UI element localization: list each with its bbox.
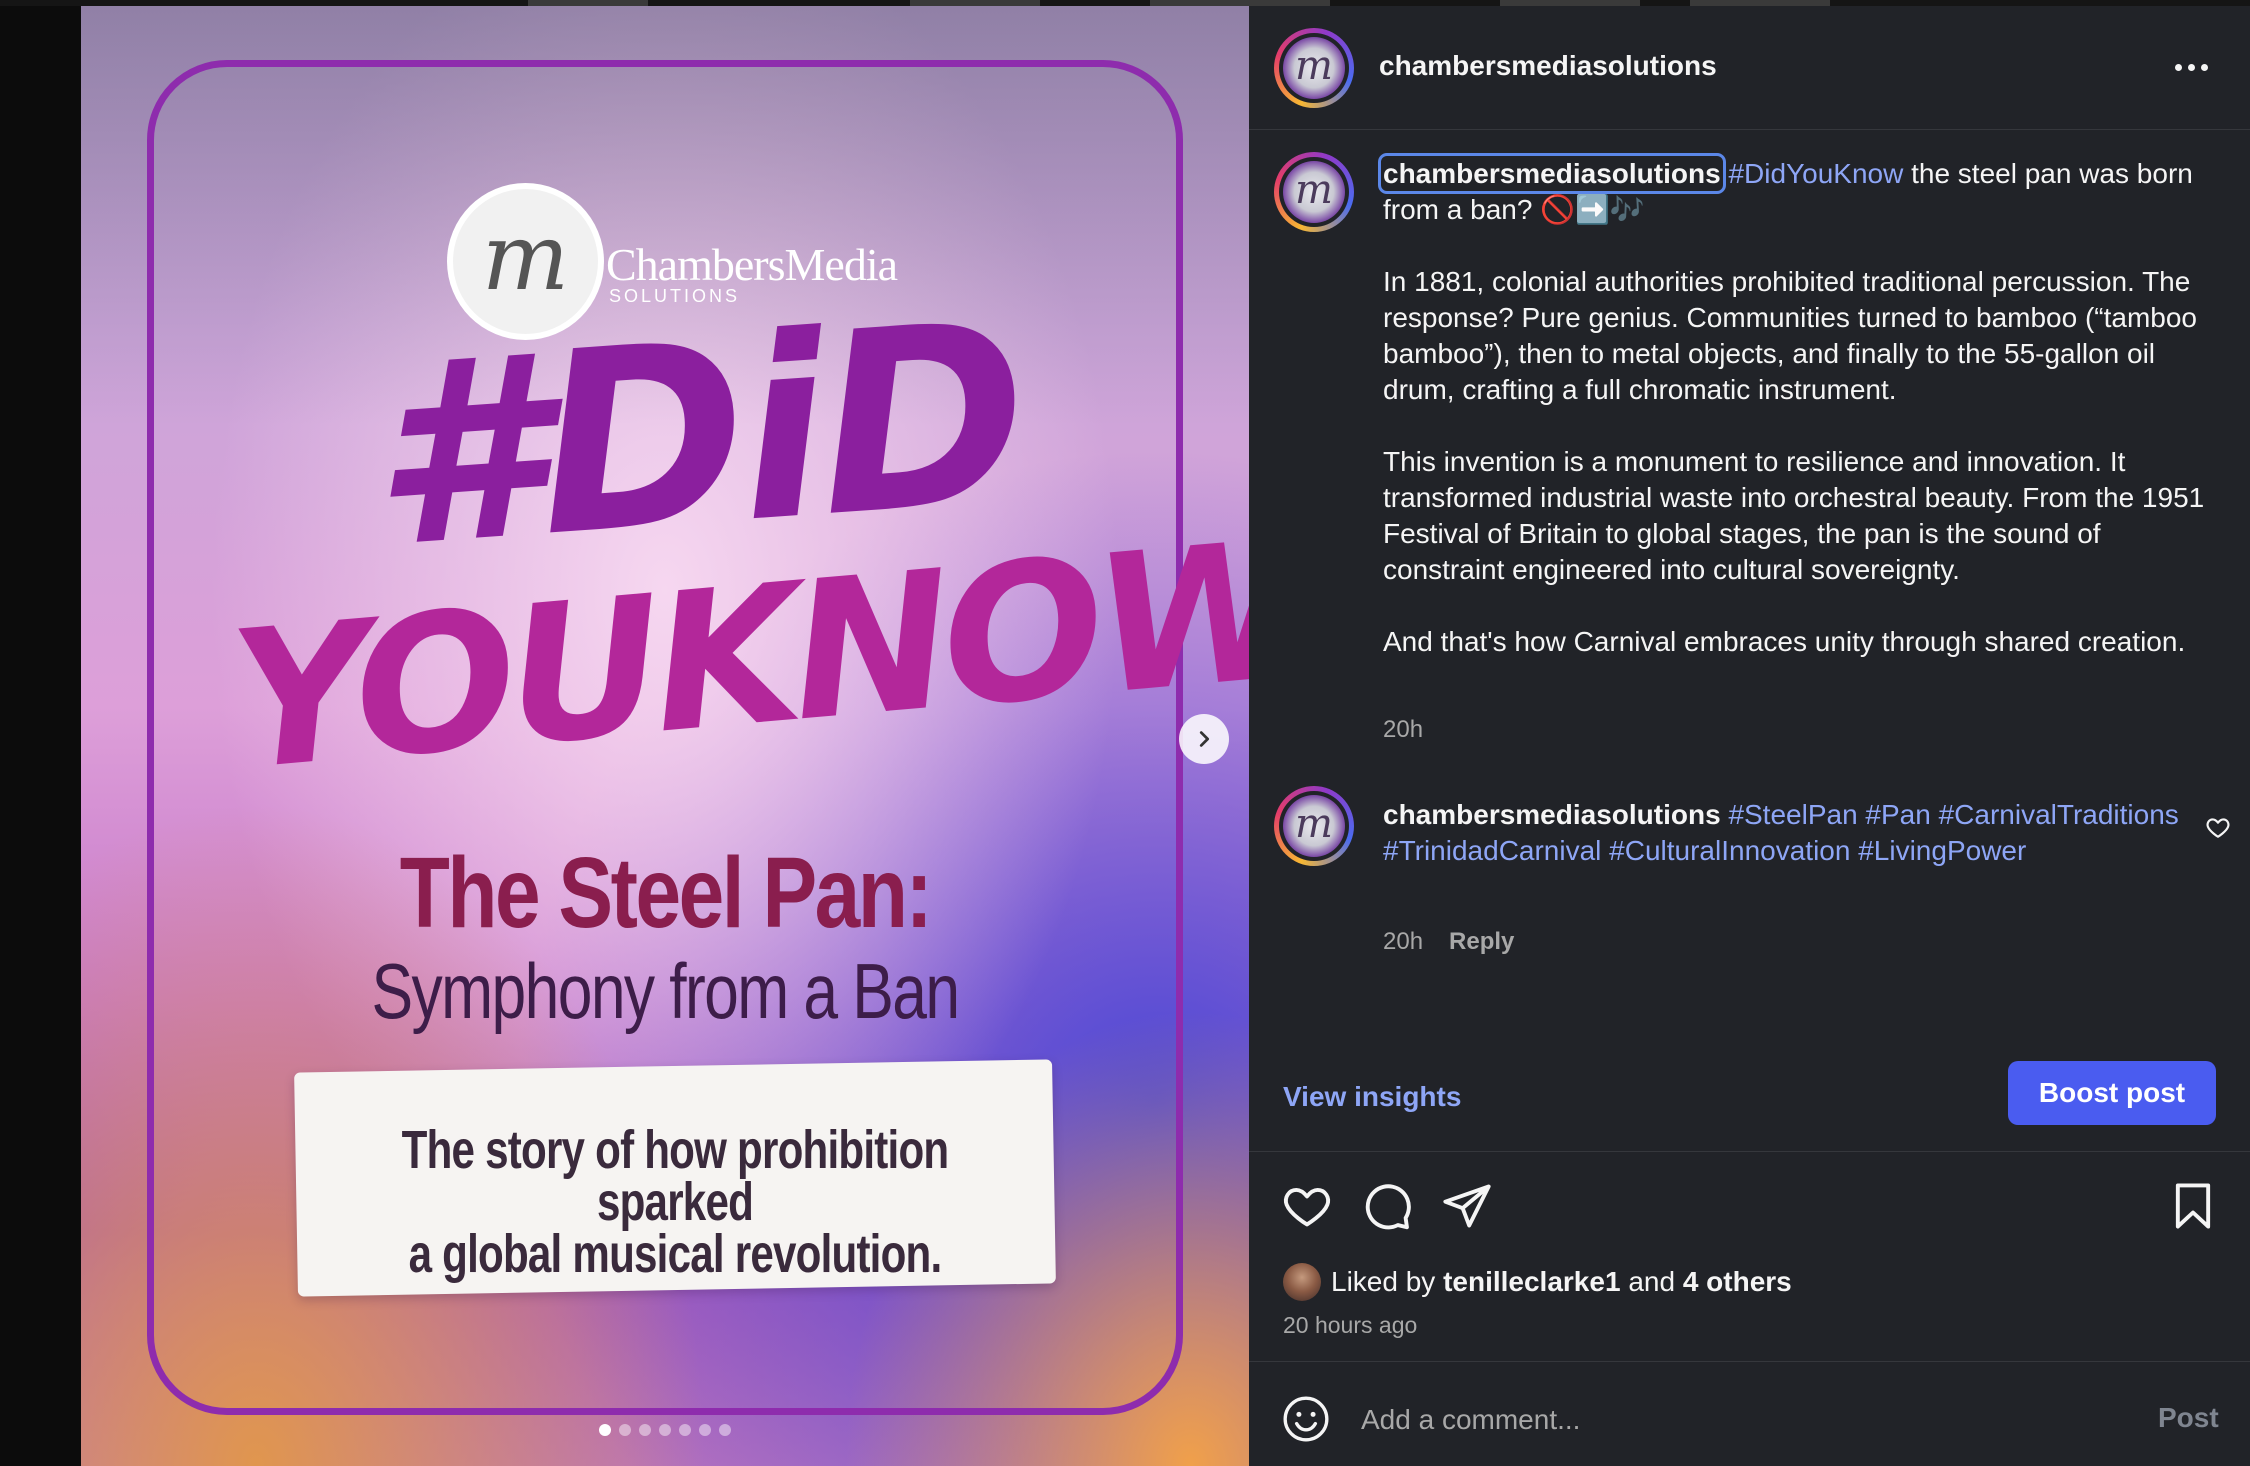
liked-by-username[interactable]: tenilleclarke1: [1443, 1266, 1620, 1298]
carousel-dot: [659, 1424, 671, 1436]
view-insights-link[interactable]: View insights: [1283, 1081, 1461, 1113]
paper-plane-icon: [1443, 1184, 1491, 1228]
post-media[interactable]: m ChambersMedia SOLUTIONS #DiD YOUKNOW T…: [81, 6, 1249, 1466]
liker-avatar[interactable]: [1283, 1263, 1321, 1301]
comment-like-icon[interactable]: [2205, 814, 2231, 840]
comment-box-divider: [1249, 1361, 2250, 1362]
boost-post-button[interactable]: Boost post: [2008, 1061, 2216, 1125]
caption-paragraph-3: This invention is a monument to resilien…: [1383, 446, 2205, 585]
liked-by-and: and: [1628, 1266, 1676, 1297]
carousel-dot: [619, 1424, 631, 1436]
comment-username[interactable]: chambersmediasolutions: [1383, 799, 1721, 830]
save-button[interactable]: [2167, 1180, 2219, 1232]
caption-paragraph-2: In 1881, colonial authorities prohibited…: [1383, 266, 2197, 405]
carousel-dot: [719, 1424, 731, 1436]
comment-item: chambersmediasolutions #SteelPan #Pan #C…: [1383, 797, 2183, 869]
comment-meta: 20h Reply: [1383, 928, 1514, 956]
carousel-indicator: [81, 1424, 1249, 1436]
header-username[interactable]: chambersmediasolutions: [1379, 50, 1717, 82]
comment-button[interactable]: [1361, 1180, 1413, 1232]
like-button[interactable]: [1281, 1180, 1333, 1232]
add-comment-input[interactable]: [1361, 1400, 2061, 1440]
header-divider: [1249, 129, 2250, 130]
post-title: The Steel Pan:: [399, 837, 933, 949]
tagline-line1: The story of how prohibition sparked: [401, 1120, 949, 1232]
carousel-dot: [679, 1424, 691, 1436]
caption-hashtag[interactable]: #DidYouKnow: [1728, 158, 1903, 189]
caption-avatar[interactable]: m: [1274, 152, 1354, 232]
liked-by-others[interactable]: 4 others: [1683, 1266, 1792, 1298]
caption-paragraph-4: And that's how Carnival embraces unity t…: [1383, 626, 2186, 657]
comment-avatar[interactable]: m: [1274, 786, 1354, 866]
header-avatar[interactable]: m: [1274, 28, 1354, 108]
comment-timestamp: 20h: [1383, 928, 1424, 955]
carousel-dot: [699, 1424, 711, 1436]
post-caption: chambersmediasolutions #DidYouKnow the s…: [1378, 153, 2213, 660]
actions-divider: [1249, 1151, 2250, 1152]
post-time-ago: 20 hours ago: [1283, 1312, 1418, 1338]
chevron-right-icon: [1199, 731, 1210, 747]
heart-icon: [1284, 1188, 1330, 1227]
carousel-next-button[interactable]: [1179, 714, 1229, 764]
post-comment-button[interactable]: Post: [2158, 1402, 2219, 1434]
post-details-panel: m chambersmediasolutions m chambersmedia…: [1249, 6, 2250, 1466]
caption-timestamp: 20h: [1383, 716, 1424, 743]
emoji-icon[interactable]: [1281, 1394, 1331, 1444]
caption-username[interactable]: chambersmediasolutions: [1378, 153, 1726, 194]
tagline-line2: a global musical revolution.: [408, 1224, 943, 1284]
liked-by: Liked by tenilleclarke1 and 4 others: [1283, 1263, 1792, 1301]
post-subtitle: Symphony from a Ban: [371, 947, 961, 1035]
bookmark-icon: [2175, 1183, 2211, 1229]
reply-button[interactable]: Reply: [1449, 928, 1514, 955]
more-horizontal-icon[interactable]: [2175, 60, 2215, 74]
carousel-dot: [639, 1424, 651, 1436]
share-button[interactable]: [1441, 1180, 1493, 1232]
carousel-dot: [599, 1424, 611, 1436]
liked-by-prefix: Liked by: [1331, 1266, 1436, 1297]
post-tagline: The story of how prohibition sparked a g…: [379, 1120, 970, 1284]
comment-bubble-icon: [1365, 1184, 1411, 1230]
